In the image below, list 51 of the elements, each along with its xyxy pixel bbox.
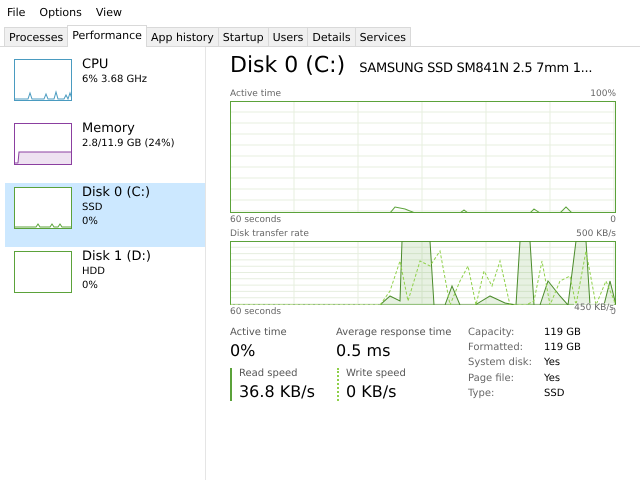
menu-item[interactable]: View (96, 6, 122, 18)
device-stat: SSD (82, 201, 104, 215)
graph-label: Disk transfer rate (230, 229, 309, 239)
menu-item[interactable]: Options (39, 6, 82, 18)
device-stat: HDD (82, 265, 106, 279)
device-name: Disk 1 (D:) (82, 249, 151, 265)
tab[interactable]: Startup (218, 27, 269, 46)
device-stat: 6% 3.68 GHz (82, 73, 148, 87)
property-label: Formatted: (468, 342, 524, 356)
property-value: Yes (544, 372, 562, 386)
graph-max: 500 KB/s (576, 229, 616, 239)
device-name: CPU (82, 57, 110, 73)
graph-span: 60 seconds (230, 307, 282, 317)
graph-min: 0 (610, 215, 616, 225)
property-value: Yes (544, 357, 562, 370)
sidebar-item[interactable]: CPU 6% 3.68 GHz (5, 55, 205, 119)
property-label: Page file: (468, 372, 515, 386)
stat-label: Write speed (346, 368, 407, 379)
tab[interactable]: Processes (4, 27, 68, 46)
sidebar-item[interactable]: Memory 2.8/11.9 GB (24%) (5, 119, 205, 183)
graph-max: 100% (590, 89, 616, 99)
property-value: SSD (544, 388, 566, 401)
property-label: Capacity: (468, 327, 516, 340)
sidebar-item[interactable]: Disk 1 (D:) HDD 0% (5, 247, 205, 311)
tab[interactable]: App history (146, 27, 219, 46)
stat-value: 0.5 ms (336, 341, 392, 360)
stat-label: Read speed (239, 368, 299, 379)
device-name: Memory (82, 121, 136, 137)
stat-label: Active time (230, 327, 288, 338)
tab[interactable]: Performance (67, 25, 147, 47)
graph-label: Active time (230, 89, 282, 99)
disk-model: SAMSUNG SSD SM841N 2.5 7mm 1... (359, 61, 592, 76)
property-value: 119 GB (544, 342, 581, 356)
tab[interactable]: Services (354, 27, 411, 46)
tab[interactable]: Users (268, 27, 308, 46)
sidebar-item[interactable]: Disk 0 (C:) SSD 0% (5, 183, 205, 247)
graph-span: 60 seconds (230, 215, 282, 225)
stat-label: Average response time (336, 327, 452, 338)
device-stat: 0% (82, 215, 99, 229)
stat-value: 0 KB/s (346, 382, 398, 401)
property-value: 119 GB (544, 327, 581, 340)
stat-value: 36.8 KB/s (239, 382, 316, 401)
device-name: Disk 0 (C:) (82, 185, 150, 201)
disk-title: Disk 0 (C:) (230, 53, 346, 78)
menu-item[interactable]: File (7, 6, 26, 18)
device-stat: 2.8/11.9 GB (24%) (82, 137, 175, 151)
stat-value: 0% (230, 341, 256, 360)
tab[interactable]: Details (307, 27, 356, 46)
property-label: System disk: (468, 357, 533, 370)
device-stat: 0% (82, 279, 99, 293)
property-label: Type: (468, 388, 496, 401)
